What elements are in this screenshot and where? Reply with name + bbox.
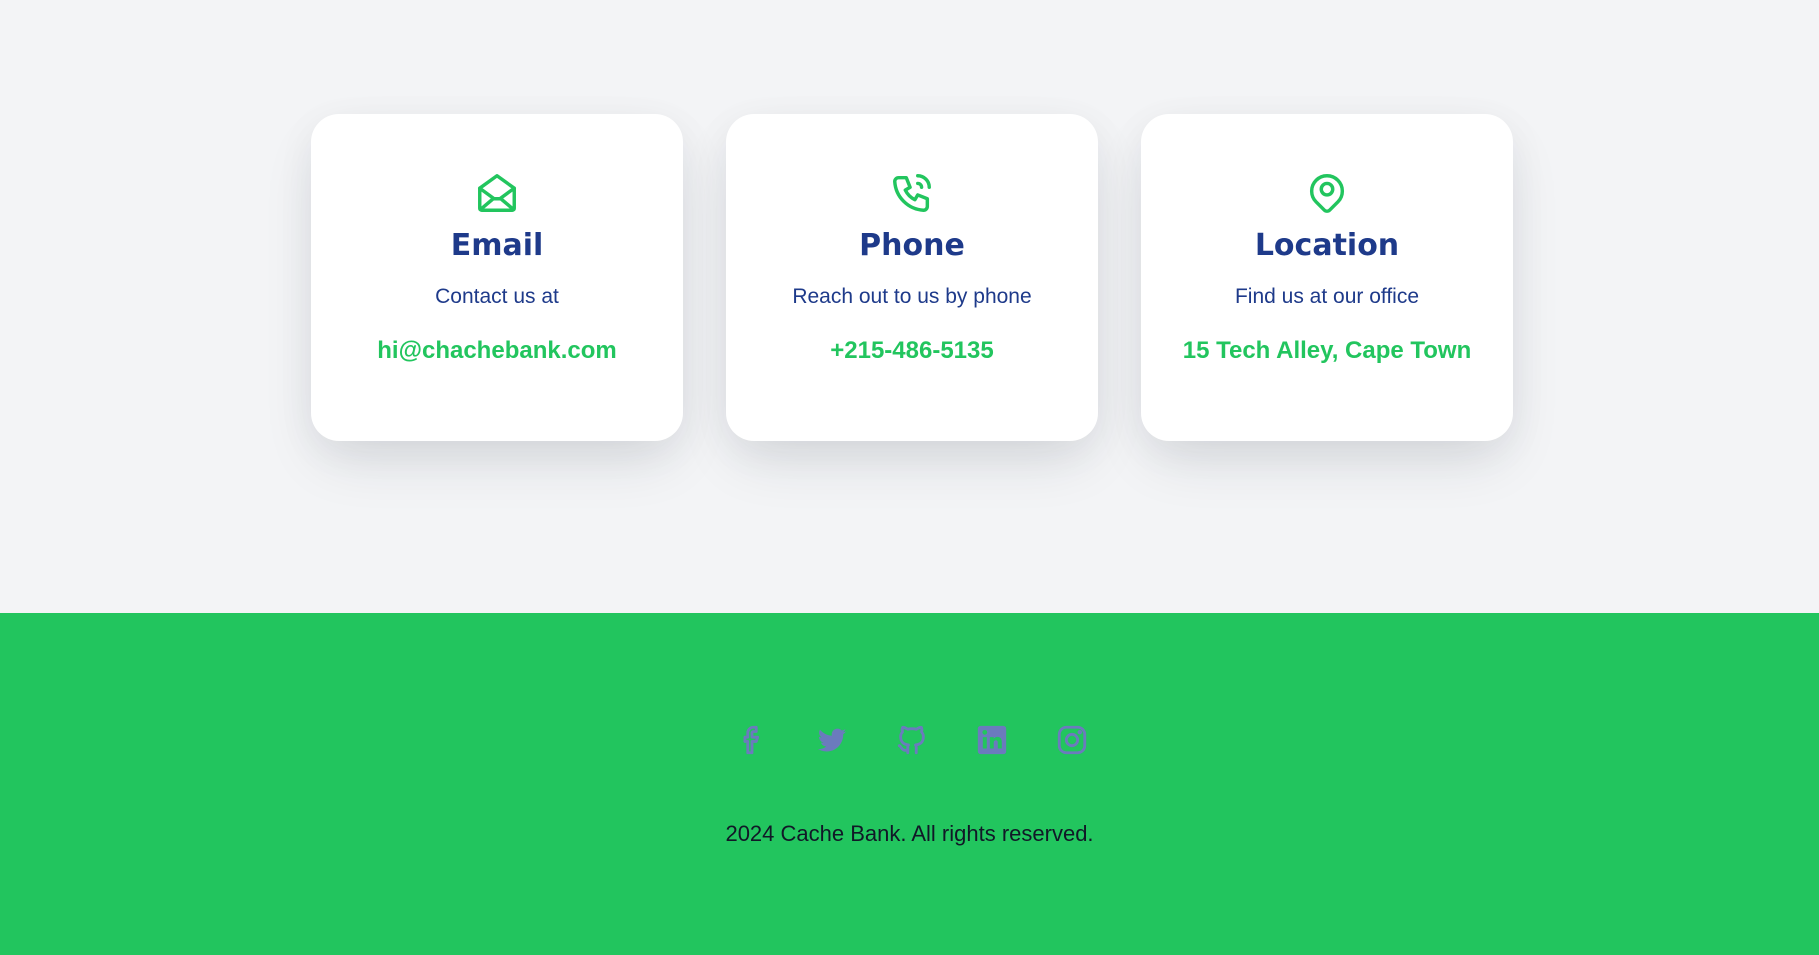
footer: 2024 Cache Bank. All rights reserved. xyxy=(0,613,1819,955)
email-link[interactable]: hi@chachebank.com xyxy=(377,337,616,366)
github-icon[interactable] xyxy=(895,723,929,757)
map-pin-icon xyxy=(1304,170,1350,216)
social-links xyxy=(0,723,1819,757)
location-link[interactable]: 15 Tech Alley, Cape Town xyxy=(1183,337,1472,366)
contact-cards: Email Contact us at hi@chachebank.com Ph… xyxy=(311,114,1513,441)
card-description: Contact us at xyxy=(435,285,559,308)
phone-card: Phone Reach out to us by phone +215-486-… xyxy=(726,114,1098,441)
card-title: Location xyxy=(1254,228,1400,263)
location-card: Location Find us at our office 15 Tech A… xyxy=(1141,114,1513,441)
phone-link[interactable]: +215-486-5135 xyxy=(830,337,993,366)
envelope-open-icon xyxy=(474,170,520,216)
twitter-icon[interactable] xyxy=(815,723,849,757)
card-description: Find us at our office xyxy=(1234,285,1420,308)
phone-ringing-icon xyxy=(889,170,935,216)
card-description: Reach out to us by phone xyxy=(792,285,1032,308)
linkedin-icon[interactable] xyxy=(975,723,1009,757)
card-title: Email xyxy=(450,228,544,263)
contact-section: Email Contact us at hi@chachebank.com Ph… xyxy=(0,0,1819,613)
instagram-icon[interactable] xyxy=(1055,723,1089,757)
email-card: Email Contact us at hi@chachebank.com xyxy=(311,114,683,441)
facebook-icon[interactable] xyxy=(735,723,769,757)
card-title: Phone xyxy=(859,228,965,263)
copyright-text: 2024 Cache Bank. All rights reserved. xyxy=(725,821,1094,846)
